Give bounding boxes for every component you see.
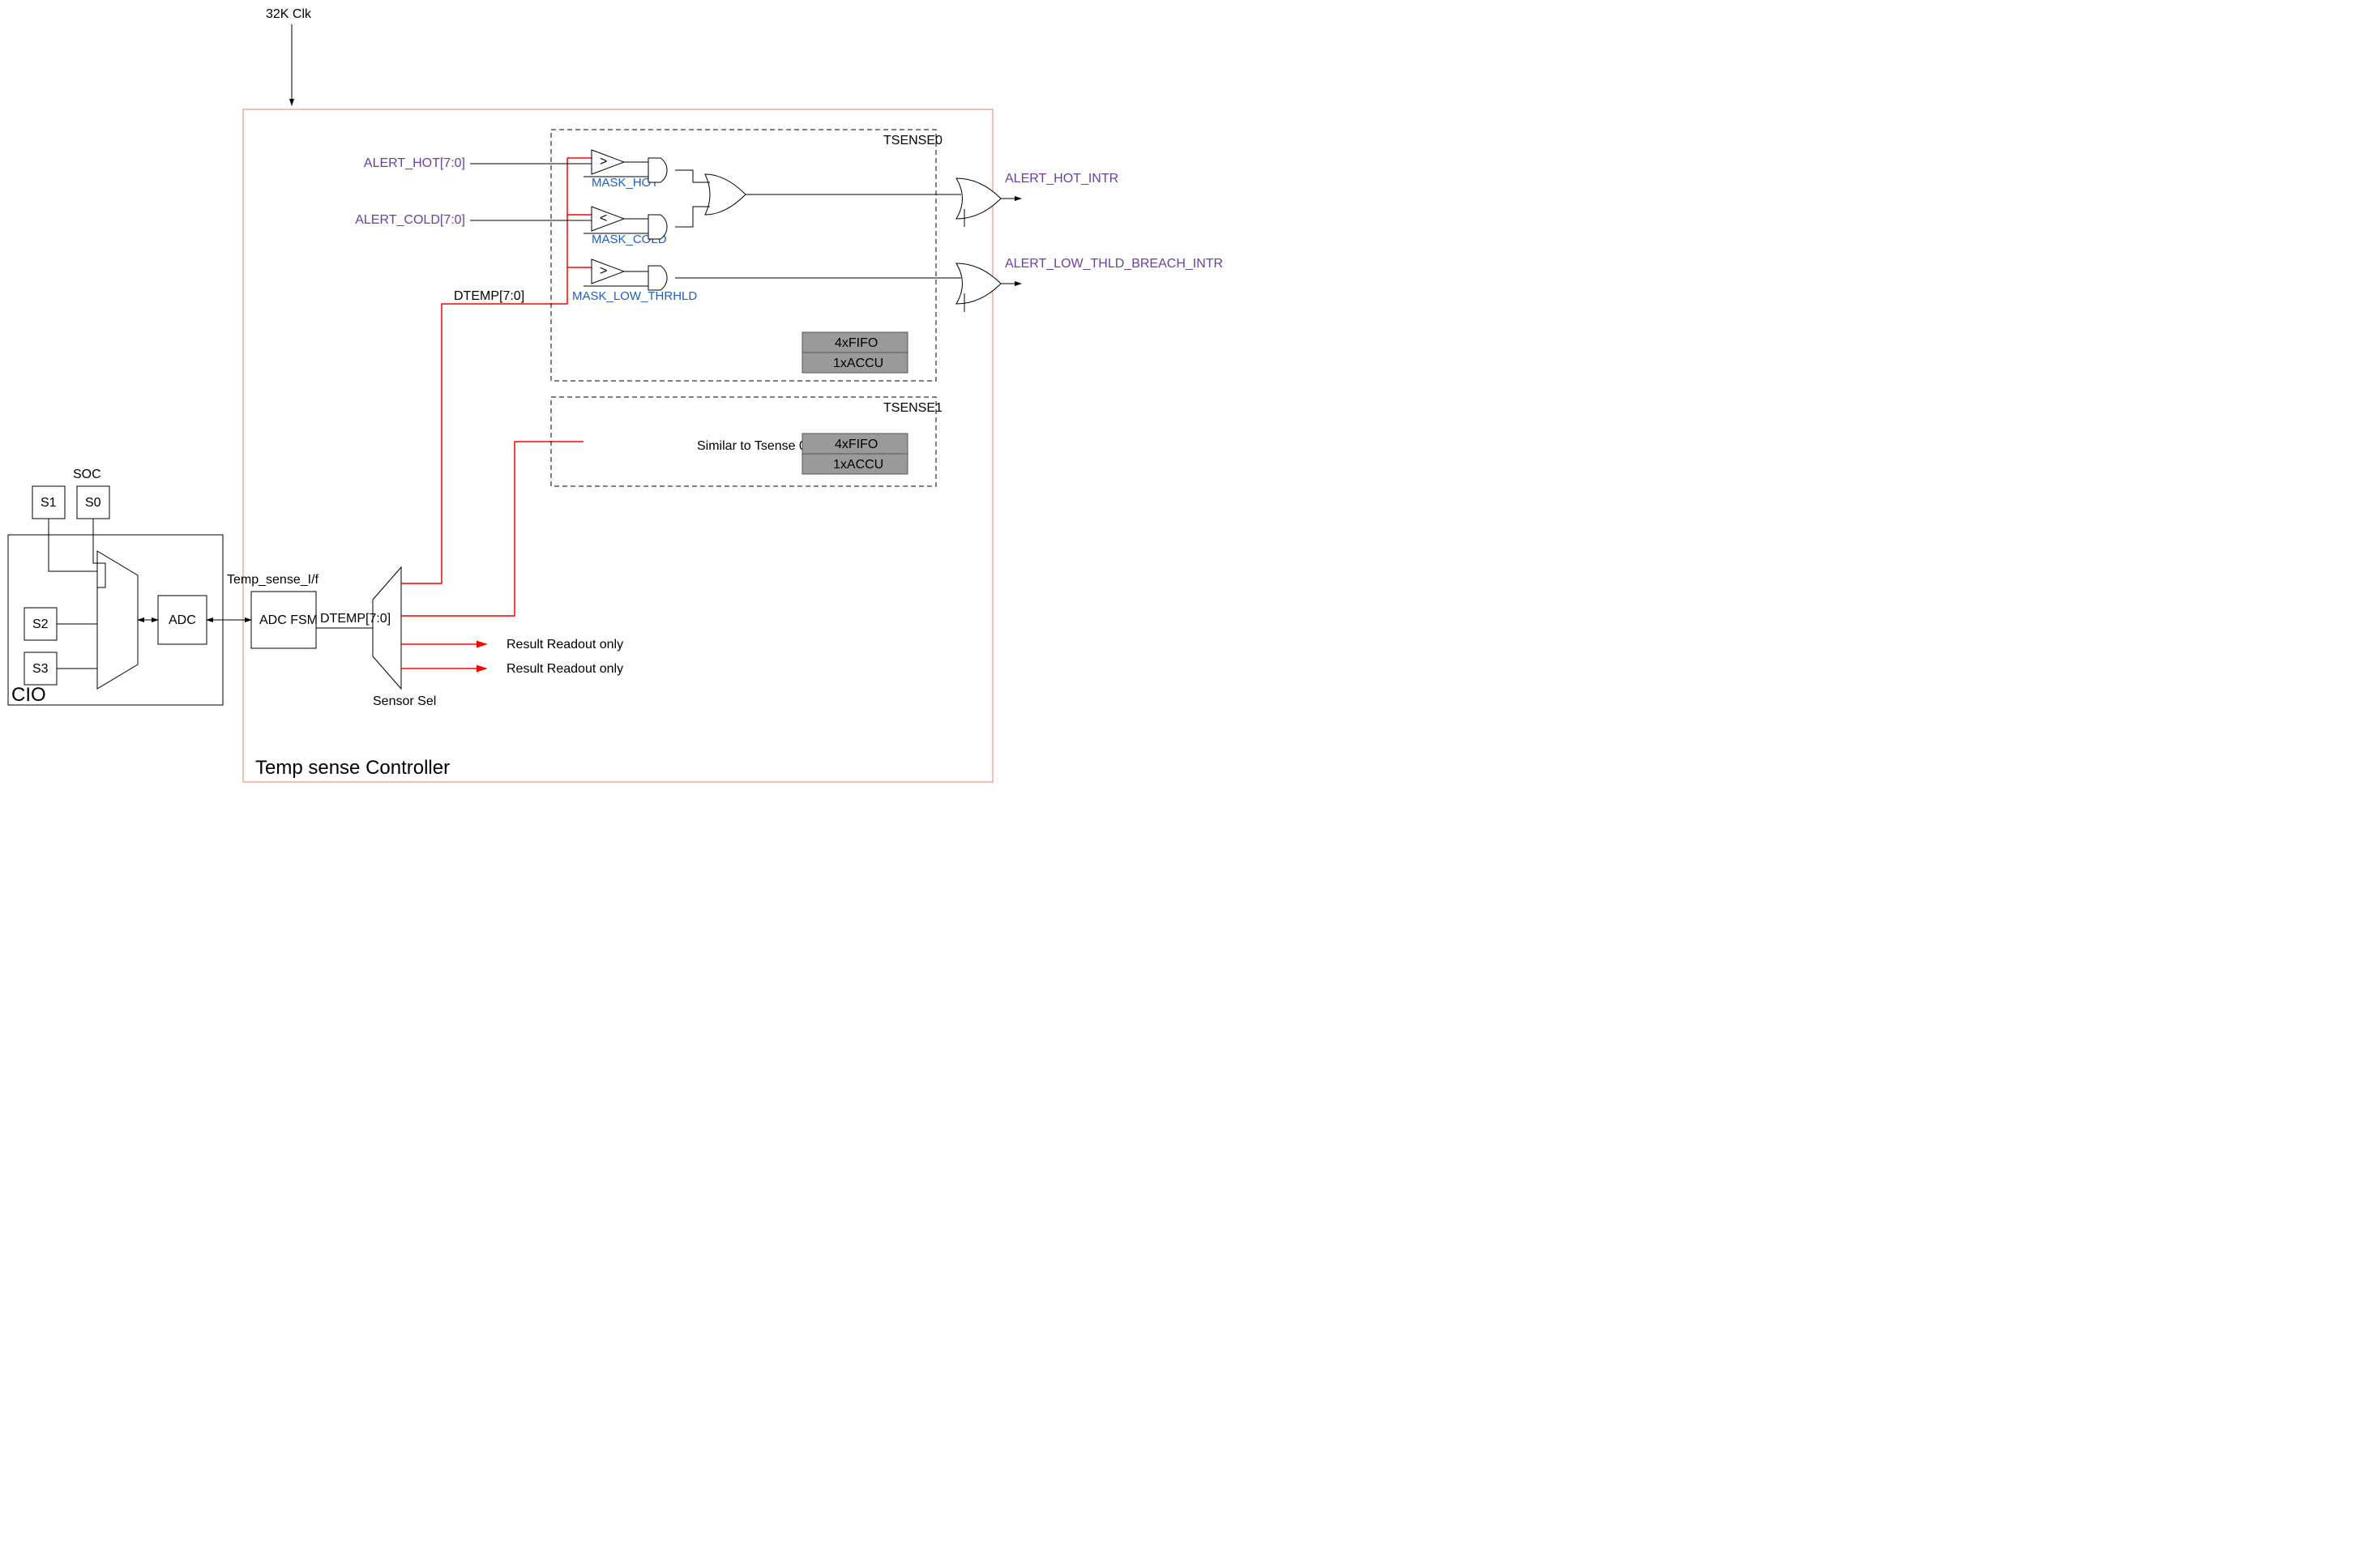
tsense1-fifo-label: 4xFIFO	[835, 438, 878, 451]
adc-label: ADC	[169, 613, 196, 627]
and-cold	[648, 215, 667, 239]
tsense0-accu-label: 1xACCU	[833, 357, 883, 370]
s2-label: S2	[32, 617, 49, 631]
alert-hot-in-label: ALERT_HOT[7:0]	[364, 156, 465, 170]
cmp-lt	[592, 207, 624, 231]
tsense0-fifo-label: 4xFIFO	[835, 336, 878, 350]
cmp-lt-label: <	[600, 211, 607, 225]
temp-if-label: Temp_sense_I/f	[227, 573, 319, 587]
tsense1-note: Similar to Tsense 0	[697, 439, 806, 453]
controller-title: Temp sense Controller	[255, 757, 450, 779]
readout-label-2: Result Readout only	[507, 662, 623, 676]
dtemp-fsm-label: DTEMP[7:0]	[320, 612, 391, 626]
tsense1-accu-label: 1xACCU	[833, 458, 883, 472]
or-low-out	[956, 263, 1001, 304]
s0-label: S0	[85, 496, 101, 510]
alert-low-intr-label: ALERT_LOW_THLD_BREACH_INTR	[1005, 257, 1223, 271]
soc-label: SOC	[73, 468, 101, 481]
s3-label: S3	[32, 662, 49, 676]
cio-label: CIO	[11, 684, 46, 706]
alert-cold-in-label: ALERT_COLD[7:0]	[355, 213, 465, 227]
s1-wire	[49, 519, 97, 571]
cmp-gt2	[592, 259, 624, 284]
cmp-gt2-label: >	[600, 264, 607, 278]
clk-label: 32K Clk	[266, 7, 312, 21]
dtemp-path-1	[401, 442, 584, 616]
dtemp-path-0	[401, 304, 567, 583]
tsense1-title: TSENSE1	[883, 401, 943, 415]
cmp-gt1-label: >	[600, 155, 607, 169]
s0-wire	[93, 519, 105, 587]
s1-label: S1	[41, 496, 57, 510]
cmp-gt1	[592, 150, 624, 174]
mask-low-label: MASK_LOW_THRHLD	[572, 289, 697, 303]
sensor-sel-label: Sensor Sel	[373, 694, 436, 708]
readout-label-1: Result Readout only	[507, 638, 623, 652]
sensor-sel-demux	[373, 567, 401, 689]
alert-hot-intr-label: ALERT_HOT_INTR	[1005, 172, 1118, 186]
or-hotcold	[705, 174, 746, 215]
adc-fsm-label: ADC FSM	[259, 613, 318, 627]
cio-mux	[97, 551, 138, 689]
and-low	[648, 266, 667, 290]
tsense0-title: TSENSE0	[883, 134, 943, 147]
or-hot-out	[956, 178, 1001, 219]
dtemp-bus-label: DTEMP[7:0]	[454, 289, 524, 303]
and-hot	[648, 158, 667, 182]
